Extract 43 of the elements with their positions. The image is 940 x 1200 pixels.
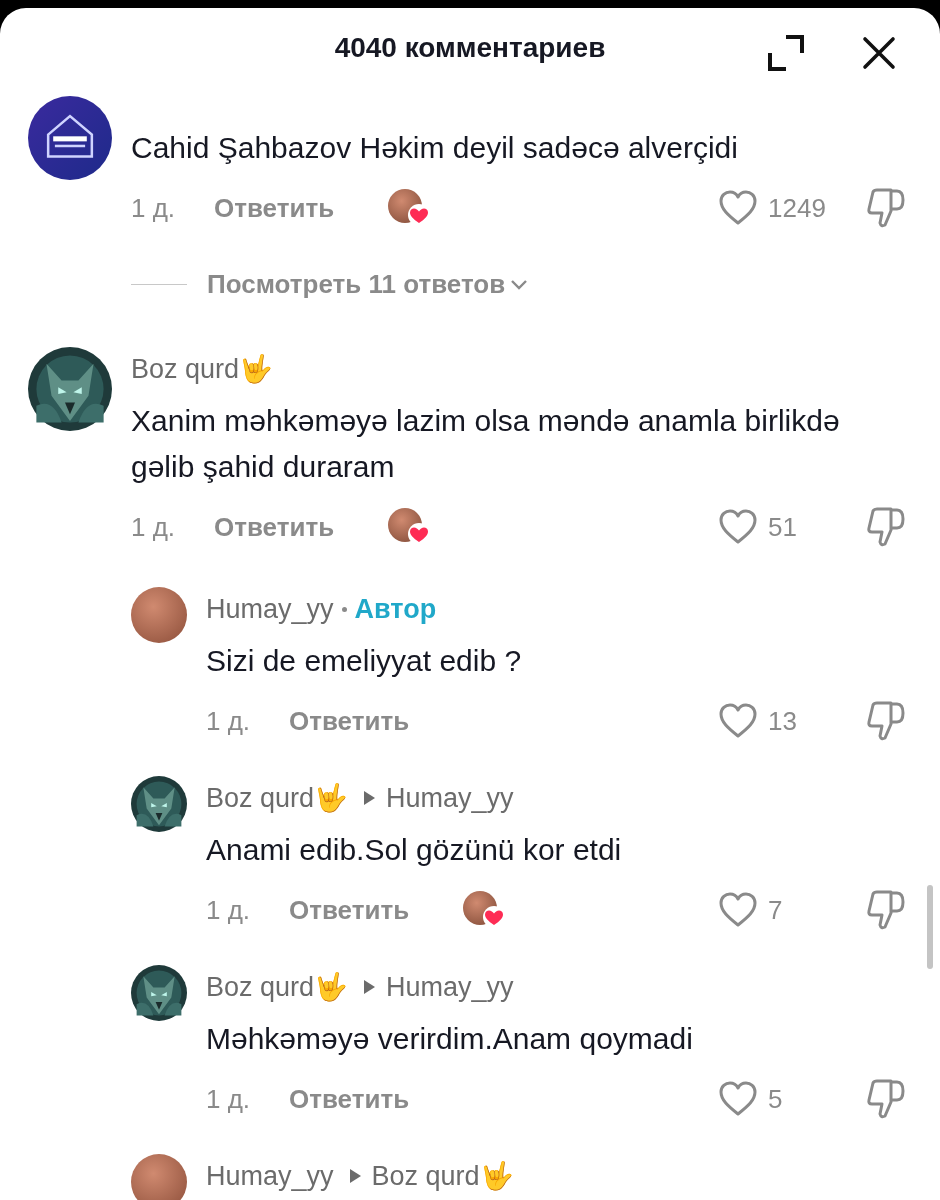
username[interactable]: Humay_yy xyxy=(386,782,514,814)
like-count: 13 xyxy=(768,705,797,737)
timestamp: 1 д. xyxy=(206,894,252,926)
heart-icon xyxy=(718,703,758,739)
like-count: 51 xyxy=(768,511,797,543)
comment-text: Məhkəməyə verirdim.Anam qoymadi xyxy=(206,1021,694,1057)
expand-icon[interactable] xyxy=(766,33,806,73)
heart-icon xyxy=(718,509,758,545)
reply-link[interactable]: Ответить xyxy=(289,1083,463,1115)
username[interactable]: Boz qurd🤟 xyxy=(131,353,274,385)
username[interactable]: Humay_yy xyxy=(386,971,514,1003)
like-count: 1249 xyxy=(768,192,826,224)
scrollbar[interactable] xyxy=(927,885,933,969)
username[interactable]: Boz qurd🤟 xyxy=(371,1160,514,1192)
chevron-down-icon xyxy=(509,277,530,291)
comment-text: Anami edib.Sol gözünü kor etdi xyxy=(206,832,623,868)
heart-icon xyxy=(718,892,758,928)
like-count: 7 xyxy=(768,894,783,926)
timestamp: 1 д. xyxy=(131,511,177,543)
panel-title: 4040 комментариев xyxy=(334,32,606,64)
triangle-icon xyxy=(362,790,377,806)
comment-text: Sizi de emeliyyat edib ? xyxy=(206,643,523,679)
close-icon[interactable] xyxy=(862,36,896,70)
heart-icon xyxy=(718,1081,758,1117)
username[interactable]: Humay_yy xyxy=(206,1160,334,1192)
reply-link[interactable]: Ответить xyxy=(289,705,463,737)
heart-icon xyxy=(718,190,758,226)
username[interactable]: Humay_yy xyxy=(206,593,334,625)
username[interactable]: Boz qurd🤟 xyxy=(206,782,349,814)
timestamp: 1 д. xyxy=(206,1083,252,1115)
reply-link[interactable]: Ответить xyxy=(289,894,463,926)
username[interactable]: Boz qurd🤟 xyxy=(206,971,349,1003)
reply-link[interactable]: Ответить xyxy=(214,192,388,224)
view-replies-link[interactable]: Посмотреть 11 ответов xyxy=(207,268,506,300)
triangle-icon xyxy=(347,1168,362,1184)
triangle-icon xyxy=(362,979,377,995)
comment-text: Cahid Şahbazov Həkim deyil sadəcə alverçidi xyxy=(131,130,739,166)
comment-text: Xanim məhkəməyə lazim olsa məndə anamla birlikdə gəlib şahid duraram xyxy=(131,403,841,485)
timestamp: 1 д. xyxy=(131,192,177,224)
timestamp: 1 д. xyxy=(206,705,252,737)
like-count: 5 xyxy=(768,1083,783,1115)
reply-link[interactable]: Ответить xyxy=(214,511,388,543)
author-label: Автор xyxy=(354,593,437,625)
